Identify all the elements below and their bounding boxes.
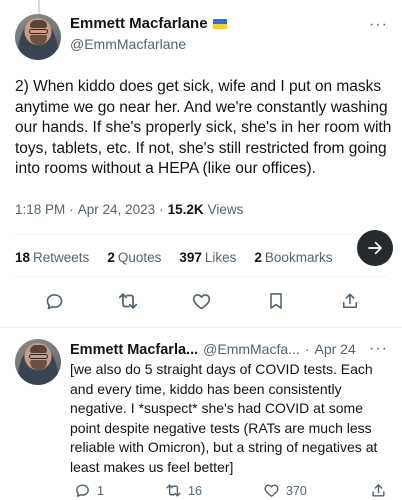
like-count: 370 [286,483,307,498]
author-display-name[interactable]: Emmett Macfarlane [70,15,208,32]
tweet-date[interactable]: Apr 24, 2023 [78,202,155,217]
like-button[interactable] [188,288,214,314]
views-label: Views [207,202,244,217]
reply-retweet-button[interactable]: 16 [165,482,202,499]
author-name-row: Emmett Macfarlane [70,15,227,32]
share-button[interactable] [337,288,363,314]
views-count[interactable]: 15.2K [168,202,204,217]
share-icon [372,484,385,497]
author-avatar[interactable] [15,14,61,60]
reply-author-handle[interactable]: @EmmMacfa... [203,341,300,357]
thread-connector-line [38,0,40,14]
meta-separator: · [159,202,164,217]
retweet-button[interactable] [115,288,141,314]
tweet-time[interactable]: 1:18 PM [15,202,65,217]
reply-author-name[interactable]: Emmett Macfarla... [70,342,198,358]
reply-date[interactable]: Apr 24 [314,341,355,357]
reply-share-button[interactable] [370,482,387,499]
reply-like-button[interactable]: 370 [263,482,307,499]
reply-text: [we also do 5 straight days of COVID tes… [70,361,378,475]
tweet-meta: 1:18 PM · Apr 24, 2023 · 15.2K Views [15,202,243,217]
author-handle[interactable]: @EmmMacfarlane [70,36,186,52]
retweet-icon [118,293,138,309]
divider [15,234,387,235]
tweet-separator [0,327,402,328]
next-button[interactable] [357,230,393,266]
tweet-action-bar [0,288,402,318]
bookmarks-stat[interactable]: 2 Bookmarks [254,250,332,265]
ukraine-flag-icon [212,18,227,29]
bookmark-icon [270,293,282,309]
reply-author-avatar[interactable] [15,339,61,385]
engagement-stats: 18 Retweets 2 Quotes 397 Likes 2 Bookmarks [15,250,332,265]
reply-reply-button[interactable]: 1 [74,482,104,499]
reply-button[interactable] [41,288,67,314]
heart-icon [192,293,210,309]
reply-separator: · [304,341,310,357]
likes-stat[interactable]: 397 Likes [179,250,236,265]
reply-icon [46,293,62,309]
bookmark-button[interactable] [263,288,289,314]
retweets-stat[interactable]: 18 Retweets [15,250,89,265]
more-options-icon[interactable]: ··· [369,16,388,34]
retweet-icon [166,484,181,497]
reply-more-options-icon[interactable]: ··· [369,340,388,358]
tweet-text: 2) When kiddo does get sick, wife and I … [15,78,392,177]
share-icon [342,293,358,309]
reply-count: 1 [97,483,104,498]
divider [15,276,387,277]
reply-action-bar: 1 16 370 [70,482,402,500]
arrow-right-icon [368,241,382,255]
retweet-count: 16 [188,483,202,498]
heart-icon [264,484,279,497]
meta-separator: · [69,202,74,217]
quotes-stat[interactable]: 2 Quotes [107,250,161,265]
reply-icon [76,484,89,497]
reply-header: Emmett Macfarla... @EmmMacfa... · Apr 24 [70,341,356,358]
